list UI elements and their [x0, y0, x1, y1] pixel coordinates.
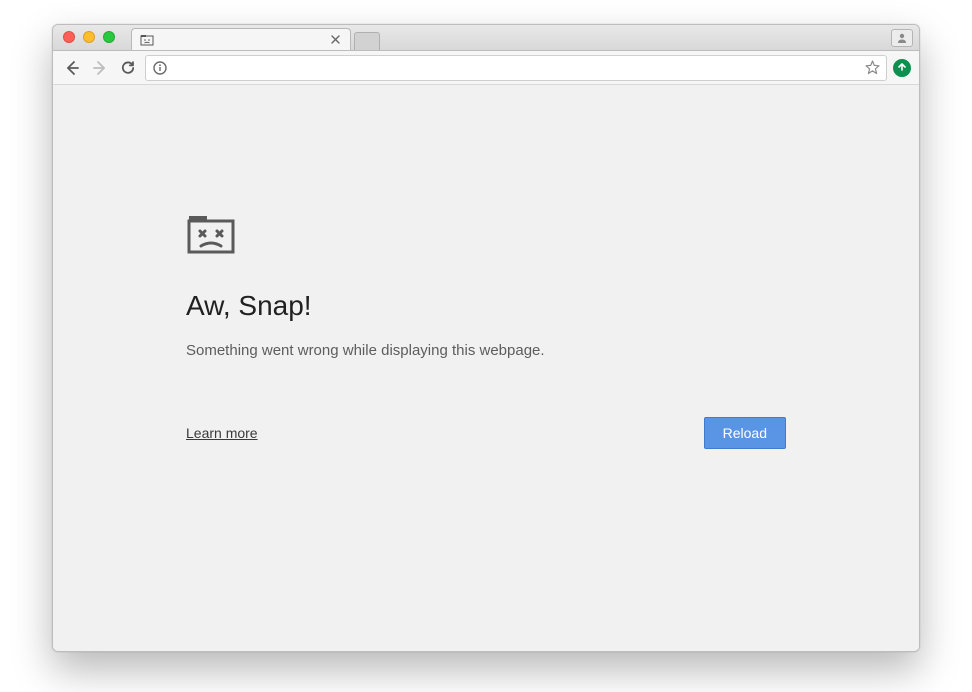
window-close-button[interactable] — [63, 31, 75, 43]
error-panel: Aw, Snap! Something went wrong while dis… — [186, 213, 786, 651]
error-message: Something went wrong while displaying th… — [186, 342, 786, 359]
learn-more-link[interactable]: Learn more — [186, 425, 258, 441]
window-zoom-button[interactable] — [103, 31, 115, 43]
sad-folder-icon — [186, 213, 786, 260]
new-tab-button[interactable] — [354, 32, 380, 50]
profile-button[interactable] — [891, 29, 913, 47]
window-minimize-button[interactable] — [83, 31, 95, 43]
titlebar — [53, 25, 919, 51]
forward-button — [89, 57, 111, 79]
content-area: Aw, Snap! Something went wrong while dis… — [53, 85, 919, 651]
tab-close-button[interactable] — [328, 33, 342, 47]
traffic-lights — [63, 31, 115, 43]
sad-folder-icon — [140, 33, 154, 47]
error-actions: Learn more Reload — [186, 417, 786, 449]
back-button[interactable] — [61, 57, 83, 79]
reload-page-button[interactable]: Reload — [704, 417, 786, 449]
browser-window: Aw, Snap! Something went wrong while dis… — [52, 24, 920, 652]
tab-strip — [131, 25, 379, 50]
toolbar — [53, 51, 919, 85]
tab-active[interactable] — [131, 28, 351, 50]
reload-button[interactable] — [117, 57, 139, 79]
info-icon[interactable] — [152, 60, 168, 76]
omnibox[interactable] — [145, 55, 887, 81]
address-input[interactable] — [172, 60, 864, 75]
star-icon[interactable] — [864, 60, 880, 76]
extension-button[interactable] — [893, 59, 911, 77]
error-title: Aw, Snap! — [186, 290, 786, 322]
